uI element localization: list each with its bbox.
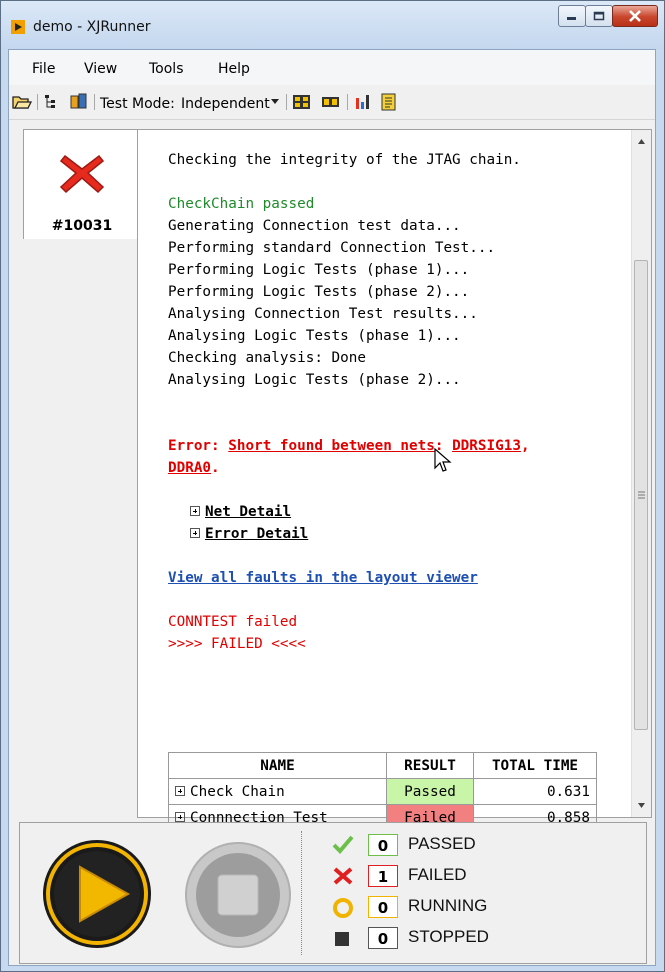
passed-count: 0 [368,834,398,856]
expand-icon[interactable] [175,785,185,796]
stopped-count: 0 [368,927,398,949]
report-icon[interactable] [379,93,399,111]
bar-chart-icon[interactable] [353,93,373,111]
net-link-ddrsig13[interactable]: DDRSIG13 [452,438,521,454]
vertical-scrollbar[interactable] [631,130,651,817]
tab-result-10031[interactable]: #10031 [23,129,139,239]
chevron-down-icon[interactable] [271,99,279,117]
error-detail-label[interactable]: Error Detail [205,526,308,542]
results-table: NAME RESULT TOTAL TIME Check Chain Passe… [168,752,597,831]
scrollbar-thumb[interactable] [634,260,648,730]
row-name-cell: Check Chain [168,778,387,805]
log-line: Analysing Logic Tests (phase 1)... [168,328,461,344]
log-line: Analysing Logic Tests (phase 2)... [168,372,461,388]
test-mode-dropdown[interactable]: Independent [181,96,270,112]
log-line: Generating Connection test data... [168,218,461,234]
toolbar: Test Mode: Independent [9,85,655,120]
stop-icon [217,874,259,916]
project-icon[interactable] [69,93,89,111]
minimize-icon [567,17,576,20]
failed-label: FAILED [408,865,467,884]
x-icon [333,867,353,885]
expand-icon[interactable] [190,506,200,516]
conntest-failed-line: CONNTEST failed [168,614,298,630]
log-line: Checking analysis: Done [168,350,366,366]
play-button[interactable] [40,837,154,951]
close-button[interactable] [612,5,658,27]
check-icon [332,835,354,854]
tab-label: #10031 [51,218,113,234]
open-folder-icon[interactable] [12,93,32,111]
red-x-icon [59,154,105,194]
stopped-label: STOPPED [408,927,489,946]
column-header-result[interactable]: RESULT [386,752,474,779]
error-period: . [211,460,220,476]
column-header-total-time[interactable]: TOTAL TIME [473,752,597,779]
scroll-up-icon[interactable] [632,132,651,151]
running-label: RUNNING [408,896,488,915]
column-header-name[interactable]: NAME [168,752,387,779]
expand-icon[interactable] [190,528,200,538]
title-bar[interactable]: demo - XJRunner [1,1,664,49]
running-count: 0 [368,896,398,918]
net-detail-label[interactable]: Net Detail [205,504,291,520]
spinner-icon [333,898,353,918]
minimize-button[interactable] [558,5,586,27]
error-prefix: Error: [168,438,229,454]
error-detail-node[interactable]: Error Detail [190,526,308,542]
view-faults-link[interactable]: View all faults in the layout viewer [168,570,478,586]
menu-help[interactable]: Help [218,61,250,77]
window-title: demo - XJRunner [33,19,151,35]
time-cell: 0.631 [473,778,597,805]
passed-label: PASSED [408,834,476,853]
net-link-ddra0[interactable]: DDRA0 [168,460,211,476]
error-message: Error: Short found between nets: DDRSIG1… [168,438,530,454]
result-passed-cell: Passed [386,778,474,805]
run-all-icon[interactable] [292,93,312,111]
row-name: Check Chain [190,783,285,800]
stopped-square-icon [335,932,349,946]
table-header-row: NAME RESULT TOTAL TIME [168,752,597,779]
log-line: Performing Logic Tests (phase 1)... [168,262,470,278]
client-area: File View Tools Help Test Mode: Independ… [8,49,656,966]
short-found-link[interactable]: Short found between nets [228,438,435,454]
expand-icon[interactable] [175,811,185,822]
menu-tools[interactable]: Tools [149,61,184,77]
run-selected-icon[interactable] [321,93,341,111]
menu-view[interactable]: View [84,61,117,77]
tree-view-icon[interactable] [43,93,63,111]
log-line: Performing Logic Tests (phase 2)... [168,284,470,300]
mouse-cursor-icon [434,448,452,472]
menu-file[interactable]: File [32,61,55,77]
app-icon [11,20,25,34]
error-comma: , [520,438,530,454]
close-icon [629,10,641,22]
test-mode-label: Test Mode: [100,96,175,112]
log-line: Analysing Connection Test results... [168,306,478,322]
error-message-cont: DDRA0. [168,460,220,476]
log-panel: Checking the integrity of the JTAG chain… [137,129,652,831]
failed-banner: >>>> FAILED <<<< [168,636,306,652]
scroll-down-icon[interactable] [632,796,651,815]
maximize-button[interactable] [585,5,613,27]
log-line: Performing standard Connection Test... [168,240,496,256]
net-detail-node[interactable]: Net Detail [190,504,291,520]
log-line: Checking the integrity of the JTAG chain… [168,152,521,168]
table-row[interactable]: Check Chain Passed 0.631 [168,778,597,805]
grip-icon [638,491,645,499]
maximize-icon [593,11,605,21]
failed-count: 1 [368,865,398,887]
log-line-passed: CheckChain passed [168,196,315,212]
control-panel: 0 PASSED 1 FAILED 0 RUNNING 0 STOPPED [19,822,647,964]
menu-bar: File View Tools Help [9,50,655,85]
app-window: demo - XJRunner File View Tools Help Tes… [0,0,665,972]
stop-button[interactable] [183,840,293,950]
